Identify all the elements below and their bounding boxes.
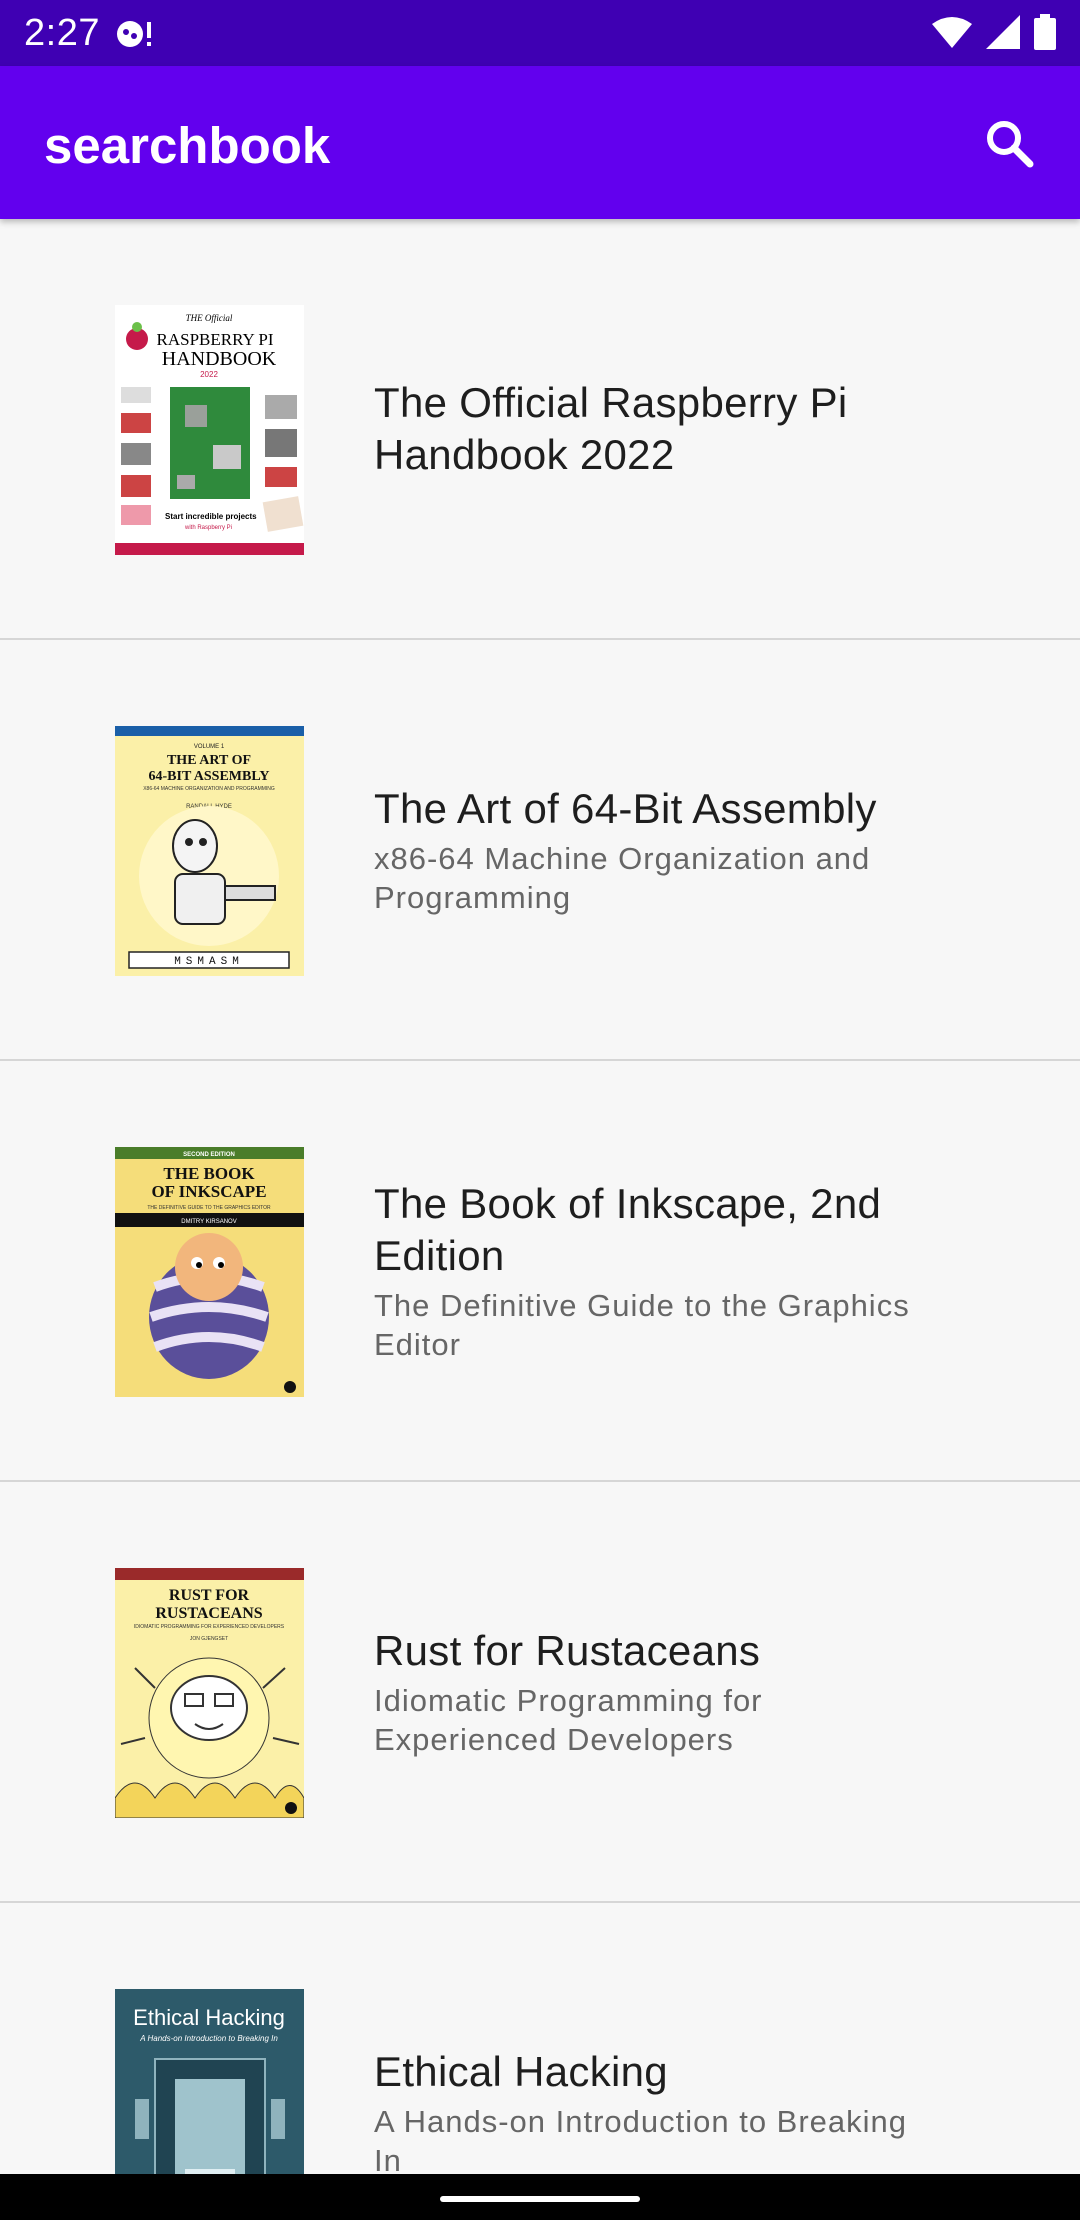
book-title: Rust for Rustaceans [374, 1626, 761, 1674]
book-title: The Official Raspberry Pi Handbook 2022 [374, 378, 848, 478]
book-cover: THE Official RASPBERRY PI HANDBOOK 2022 [115, 305, 304, 555]
battery-icon [1034, 14, 1056, 50]
svg-text:THE DEFINITIVE GUIDE TO THE GR: THE DEFINITIVE GUIDE TO THE GRAPHICS EDI… [147, 1205, 271, 1211]
svg-text:SECOND EDITION: SECOND EDITION [183, 1152, 235, 1158]
book-list-item[interactable]: SECOND EDITION THE BOOK OF INKSCAPE THE … [0, 1061, 1080, 1482]
search-icon[interactable] [984, 118, 1034, 173]
book-text: The Official Raspberry Pi Handbook 2022 [374, 377, 914, 481]
svg-text:with Raspberry Pi: with Raspberry Pi [184, 525, 232, 531]
book-cover: SECOND EDITION THE BOOK OF INKSCAPE THE … [115, 1147, 304, 1397]
book-subtitle: The Definitive Guide to the Graphics Edi… [374, 1287, 910, 1362]
book-cover: RUST FOR RUSTACEANS IDIOMATIC PROGRAMMIN… [115, 1568, 304, 1818]
notification-icon [114, 16, 154, 50]
book-title: The Book of Inkscape, 2nd Edition [374, 1179, 882, 1279]
svg-text:2022: 2022 [200, 370, 218, 379]
book-cover: Ethical Hacking A Hands-on Introduction … [115, 1989, 304, 2174]
svg-text:THE Official: THE Official [186, 313, 233, 323]
book-list-item[interactable]: VOLUME 1 THE ART OF 64-BIT ASSEMBLY X86-… [0, 640, 1080, 1061]
svg-text:HANDBOOK: HANDBOOK [162, 348, 277, 370]
navigation-bar [0, 2174, 1080, 2220]
svg-text:RASPBERRY PI: RASPBERRY PI [157, 330, 274, 349]
app-bar: searchbook [0, 66, 1080, 219]
svg-text:DMITRY KIRSANOV: DMITRY KIRSANOV [181, 1219, 236, 1225]
app-title: searchbook [44, 117, 331, 174]
svg-text:Ethical Hacking: Ethical Hacking [133, 2005, 285, 2030]
search-button[interactable] [968, 104, 1050, 186]
svg-text:IDIOMATIC PROGRAMMING FOR EXPE: IDIOMATIC PROGRAMMING FOR EXPERIENCED DE… [134, 1624, 285, 1630]
book-title: The Art of 64-Bit Assembly [374, 784, 877, 832]
svg-text:VOLUME 1: VOLUME 1 [194, 744, 225, 750]
svg-text:RUSTACEANS: RUSTACEANS [155, 1605, 262, 1622]
status-icons [932, 12, 1056, 52]
svg-text:Start incredible projects: Start incredible projects [165, 512, 257, 521]
book-list-item[interactable]: RUST FOR RUSTACEANS IDIOMATIC PROGRAMMIN… [0, 1482, 1080, 1903]
home-gesture-handle[interactable] [440, 2196, 640, 2202]
svg-text:THE BOOK: THE BOOK [163, 1164, 255, 1183]
status-bar: 2:27 [0, 0, 1080, 66]
svg-text:64-BIT ASSEMBLY: 64-BIT ASSEMBLY [149, 769, 270, 784]
book-subtitle: Idiomatic Programming for Experienced De… [374, 1682, 763, 1757]
book-title: Ethical Hacking [374, 2047, 668, 2095]
book-subtitle: A Hands-on Introduction to Breaking In [374, 2103, 908, 2175]
svg-text:THE ART OF: THE ART OF [167, 753, 251, 768]
svg-text:MSMASM: MSMASM [174, 956, 244, 968]
svg-text:RUST FOR: RUST FOR [169, 1587, 250, 1604]
book-text: Ethical Hacking A Hands-on Introduction … [374, 2046, 914, 2175]
book-list-item[interactable]: THE Official RASPBERRY PI HANDBOOK 2022 [0, 219, 1080, 640]
book-subtitle: x86-64 Machine Organization and Programm… [374, 840, 871, 915]
svg-text:X86-64 MACHINE ORGANIZATION AN: X86-64 MACHINE ORGANIZATION AND PROGRAMM… [143, 786, 275, 792]
signal-icon [986, 15, 1020, 49]
book-cover: VOLUME 1 THE ART OF 64-BIT ASSEMBLY X86-… [115, 726, 304, 976]
book-list[interactable]: THE Official RASPBERRY PI HANDBOOK 2022 [0, 219, 1080, 2174]
svg-text:OF INKSCAPE: OF INKSCAPE [151, 1182, 266, 1201]
svg-text:A Hands-on Introduction to Bre: A Hands-on Introduction to Breaking In [139, 2034, 278, 2043]
book-text: The Art of 64-Bit Assembly x86-64 Machin… [374, 783, 914, 917]
status-time: 2:27 [24, 12, 100, 54]
wifi-icon [932, 16, 972, 48]
book-list-item[interactable]: Ethical Hacking A Hands-on Introduction … [0, 1903, 1080, 2174]
book-text: The Book of Inkscape, 2nd Edition The De… [374, 1178, 914, 1364]
book-text: Rust for Rustaceans Idiomatic Programmin… [374, 1625, 914, 1759]
svg-text:JON GJENGSET: JON GJENGSET [190, 1636, 228, 1642]
